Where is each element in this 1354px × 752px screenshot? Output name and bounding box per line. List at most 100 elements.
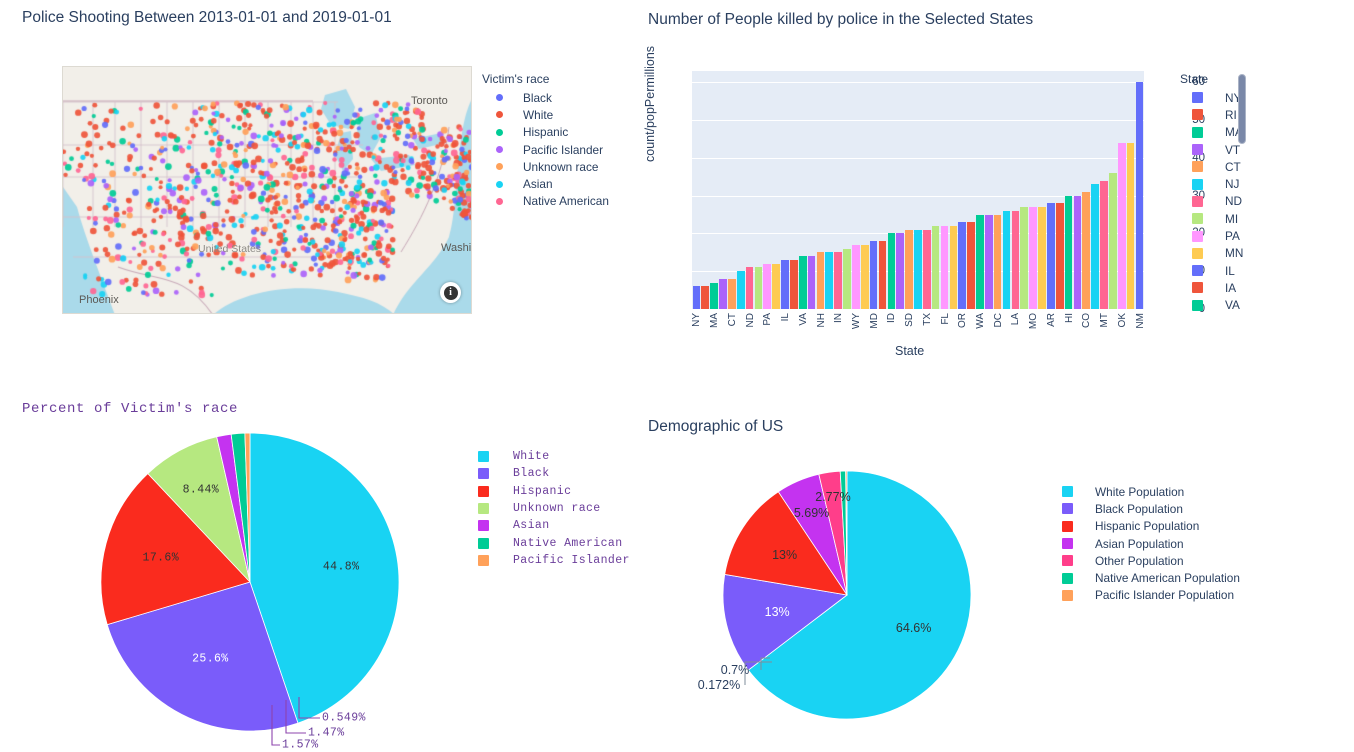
bar-item[interactable] <box>843 248 851 309</box>
map-legend-item[interactable]: Asian <box>482 175 609 192</box>
bar-legend-item[interactable]: ND <box>1180 193 1243 210</box>
map-legend-item[interactable]: Unknown race <box>482 158 609 175</box>
bar-item[interactable] <box>736 271 745 309</box>
bar-item[interactable] <box>1038 207 1046 309</box>
bar-item[interactable] <box>931 225 940 309</box>
bar-item[interactable] <box>719 278 727 309</box>
legend-color-swatch <box>1192 126 1203 138</box>
bar-legend-item[interactable]: MA <box>1180 124 1243 141</box>
bar-item[interactable] <box>798 256 807 309</box>
pie1-legend-item[interactable]: Pacific Islander <box>478 552 630 569</box>
bar-item[interactable] <box>1055 203 1064 309</box>
bar-item[interactable] <box>825 252 834 309</box>
bar-item[interactable] <box>1073 195 1082 309</box>
bar-item[interactable] <box>763 263 772 309</box>
bar-item[interactable] <box>781 259 789 309</box>
bar-item[interactable] <box>1011 210 1020 309</box>
bar-item[interactable] <box>949 225 958 309</box>
bar-item[interactable] <box>1082 191 1091 309</box>
map-legend-item[interactable]: Pacific Islander <box>482 141 609 158</box>
bar-item[interactable] <box>852 244 860 309</box>
bar-item[interactable] <box>816 252 825 309</box>
bar-legend-item[interactable]: MI <box>1180 210 1243 227</box>
bar-x-tick-label: WY <box>850 313 862 330</box>
bar-item[interactable] <box>1091 184 1099 309</box>
pie2-legend-item-label: Asian Population <box>1095 536 1184 551</box>
bar-item[interactable] <box>790 259 798 309</box>
bar-legend-item[interactable]: MN <box>1180 245 1243 262</box>
bar-item[interactable] <box>807 256 816 309</box>
bar-item[interactable] <box>993 214 1002 309</box>
bar-chart[interactable]: count/popPermillions 0102030405060 NYMAC… <box>643 46 1205 358</box>
pie2-legend-item[interactable]: Hispanic Population <box>1062 518 1240 535</box>
bar-item[interactable] <box>860 244 869 309</box>
pie1-legend-item[interactable]: Hispanic <box>478 483 630 500</box>
bar-item[interactable] <box>922 229 931 309</box>
bar-item[interactable] <box>710 282 718 309</box>
pie2-legend-item[interactable]: Native American Population <box>1062 569 1240 586</box>
pie1-legend-item[interactable]: Native American <box>478 534 630 551</box>
bar-item[interactable] <box>1046 203 1055 309</box>
bar-item[interactable] <box>1064 195 1073 309</box>
bar-legend-item[interactable]: RI <box>1180 106 1243 123</box>
bar-legend-item[interactable]: NY <box>1180 89 1243 106</box>
bar-legend-item[interactable]: VA <box>1180 297 1243 314</box>
bar-item[interactable] <box>976 214 984 309</box>
legend-color-swatch <box>1062 520 1073 532</box>
bar-legend-item[interactable]: PA <box>1180 227 1243 244</box>
bar-item[interactable] <box>1135 82 1144 309</box>
bar-item[interactable] <box>896 233 905 309</box>
bar-item[interactable] <box>1100 180 1108 309</box>
bar-item[interactable] <box>967 222 975 309</box>
bar-item[interactable] <box>887 233 896 309</box>
victim-race-pie-chart[interactable] <box>100 432 400 732</box>
pie2-legend-item[interactable]: Asian Population <box>1062 535 1240 552</box>
bar-item[interactable] <box>834 252 843 309</box>
pie1-legend-item[interactable]: Unknown race <box>478 500 630 517</box>
bar-item[interactable] <box>1117 142 1126 309</box>
pie2-legend-item[interactable]: Pacific Islander Population <box>1062 587 1240 604</box>
pie1-legend-item[interactable]: Asian <box>478 517 630 534</box>
bar-item[interactable] <box>984 214 993 309</box>
pie2-legend-item[interactable]: Other Population <box>1062 552 1240 569</box>
bar-item[interactable] <box>905 229 913 309</box>
map-legend-item[interactable]: Native American <box>482 193 609 210</box>
bar-item[interactable] <box>772 263 780 309</box>
bar-item[interactable] <box>1002 210 1011 309</box>
bar-legend-scrollbar[interactable] <box>1238 74 1246 144</box>
bar-item[interactable] <box>692 286 701 309</box>
pie2-legend-item[interactable]: Black Population <box>1062 500 1240 517</box>
us-demographic-pie-chart[interactable] <box>702 470 992 720</box>
pie2-legend-item-label: White Population <box>1095 484 1185 499</box>
bar-item[interactable] <box>1108 173 1117 309</box>
bar-legend-item[interactable]: CT <box>1180 158 1243 175</box>
bar-item[interactable] <box>754 267 763 309</box>
bar-legend-item[interactable]: NJ <box>1180 175 1243 192</box>
bar-x-tick-label: VA <box>797 313 809 326</box>
pie1-legend-item[interactable]: White <box>478 448 630 465</box>
bar-legend-item[interactable]: VT <box>1180 141 1243 158</box>
bar-item[interactable] <box>1020 207 1029 309</box>
bar-legend-item[interactable]: IA <box>1180 279 1243 296</box>
bar-item[interactable] <box>701 286 710 309</box>
bar-item[interactable] <box>878 241 887 309</box>
bar-item[interactable] <box>1126 142 1135 309</box>
bar-item[interactable] <box>1029 207 1037 309</box>
bar-legend-item[interactable]: IL <box>1180 262 1243 279</box>
bar-item[interactable] <box>728 278 736 309</box>
map-info-icon[interactable]: i <box>440 282 461 303</box>
pie-slice-value-label: 2.77% <box>815 489 851 504</box>
map-legend-item[interactable]: Black <box>482 89 609 106</box>
map-legend-item[interactable]: White <box>482 106 609 123</box>
pie1-legend-item[interactable]: Black <box>478 465 630 482</box>
pie2-legend-item[interactable]: White Population <box>1062 483 1240 500</box>
bar-item[interactable] <box>958 222 967 309</box>
map-legend-item[interactable]: Hispanic <box>482 124 609 141</box>
bar-item[interactable] <box>745 267 754 309</box>
bar-item[interactable] <box>869 241 878 309</box>
bar-item[interactable] <box>940 225 949 309</box>
bar-x-tick-label: NH <box>815 313 827 328</box>
bar-item[interactable] <box>914 229 922 309</box>
bar-x-tick-label: ND <box>744 313 756 328</box>
shooting-map[interactable]: Toronto United States Phoenix Washing i <box>62 66 472 314</box>
